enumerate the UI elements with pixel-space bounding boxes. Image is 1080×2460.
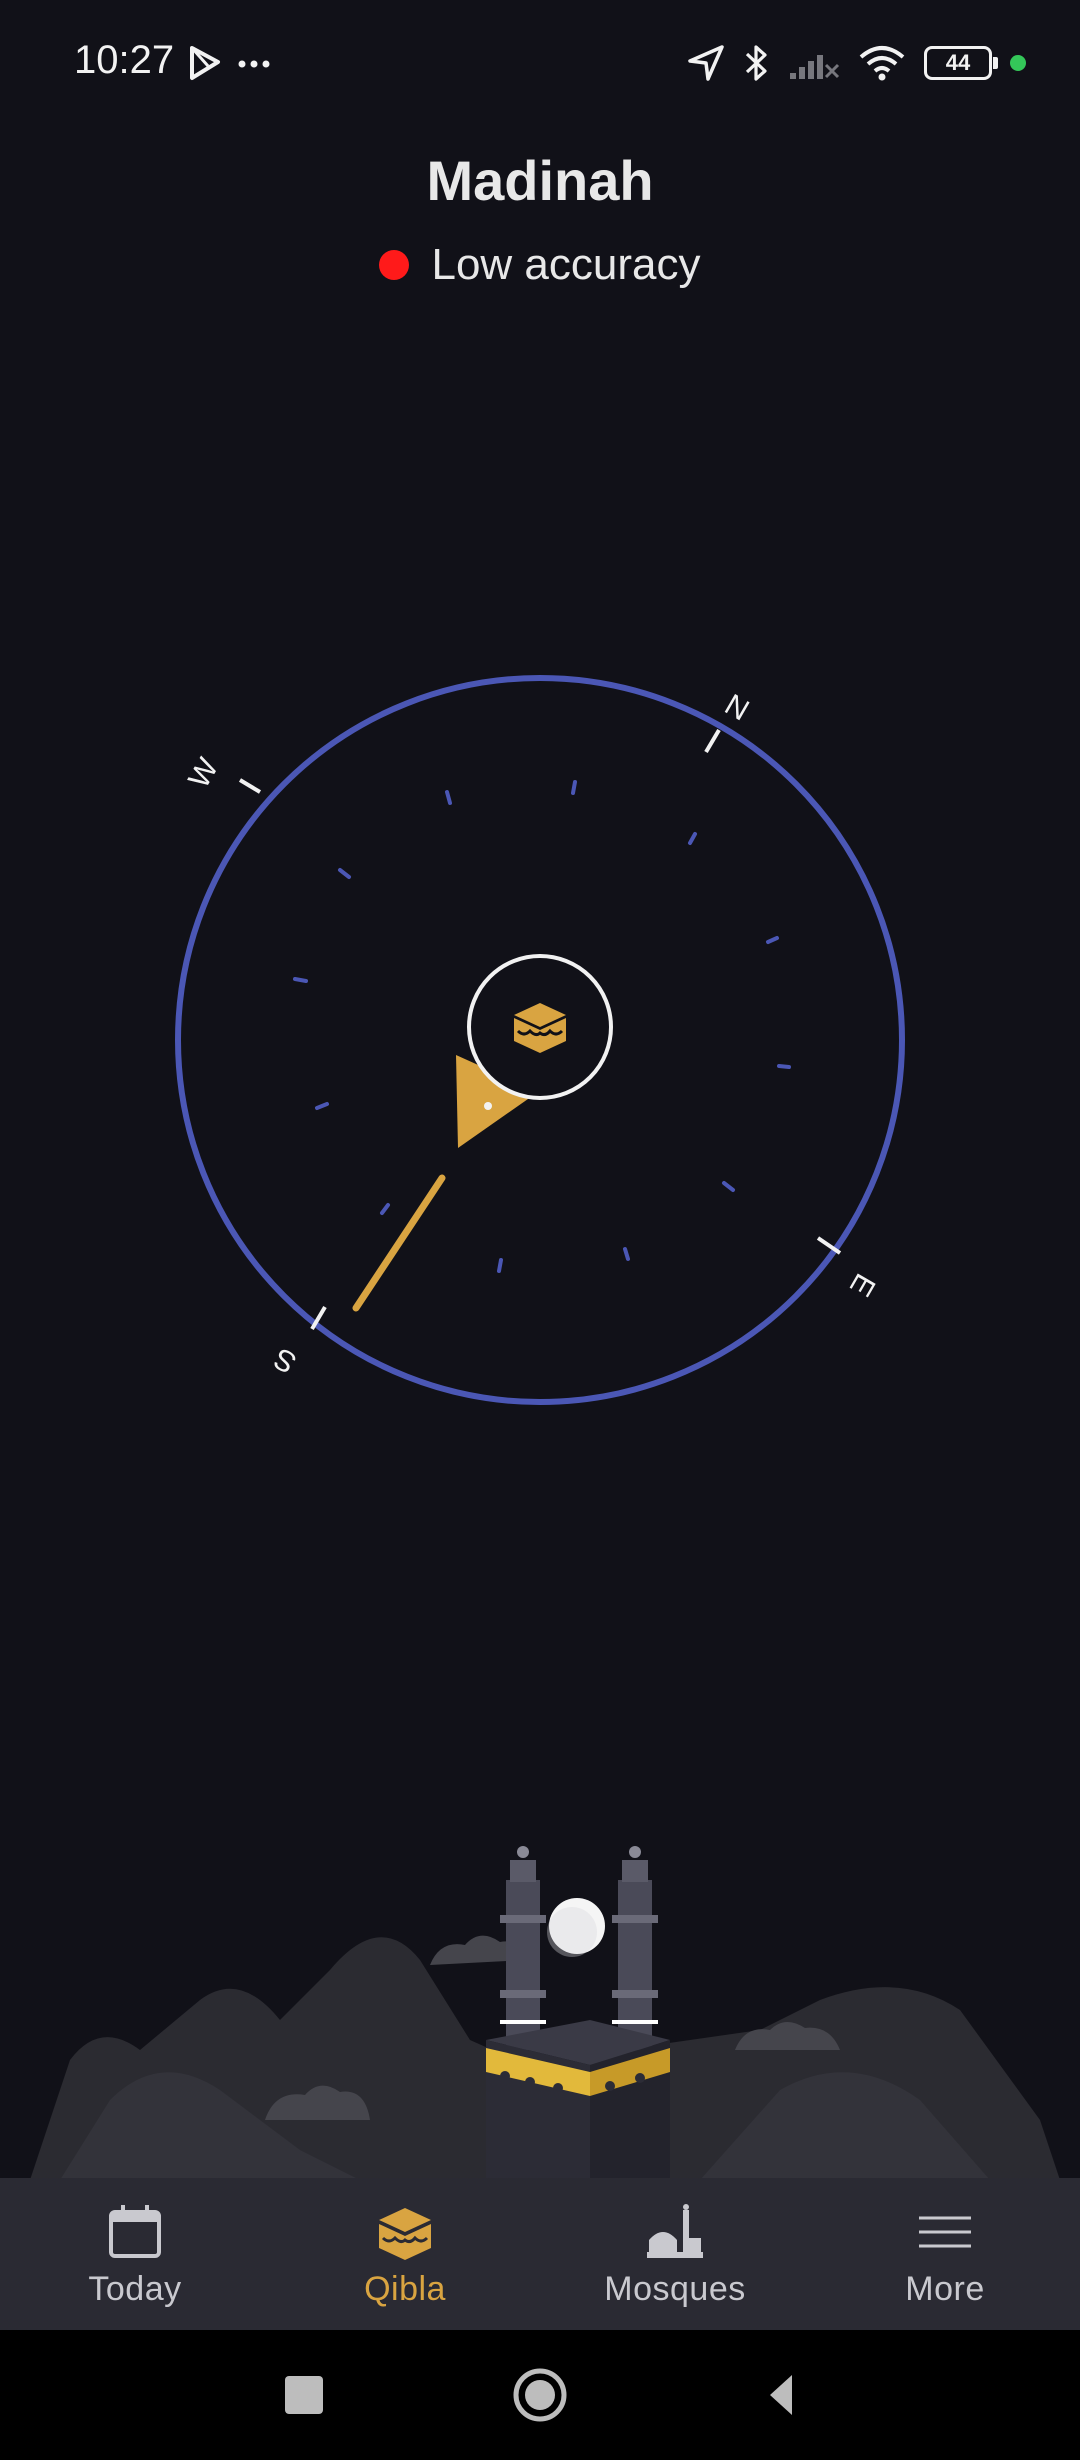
home-button[interactable]: [513, 2368, 567, 2422]
status-bar: 10:27 44: [0, 0, 1080, 130]
recents-button[interactable]: [285, 2376, 323, 2414]
kaaba-icon: [379, 2208, 431, 2260]
status-time: 10:27: [74, 38, 175, 82]
north-label: N: [719, 688, 754, 727]
wifi-icon: [859, 46, 905, 81]
nav-label-qibla: Qibla: [364, 2270, 446, 2308]
bottom-navigation: Today Qibla Mosques More: [0, 2178, 1080, 2330]
menu-icon: [919, 2216, 971, 2248]
mosque-icon: [647, 2204, 703, 2258]
status-right-icons: 44: [686, 38, 1026, 88]
qibla-screen: 10:27 44 Madinah Low accuracy N E S W To…: [0, 0, 1080, 2460]
location-arrow-icon: [688, 45, 724, 81]
location-title: Madinah: [426, 149, 654, 212]
south-label: S: [268, 1341, 302, 1380]
more-dots-icon: [238, 60, 246, 68]
kaaba-building: [486, 2020, 670, 2180]
east-label: E: [843, 1268, 882, 1302]
nav-label-more: More: [905, 2270, 985, 2308]
system-navigation-bar: [0, 2330, 1080, 2460]
kaaba-scene-illustration: [30, 1846, 1060, 2180]
nav-item-qibla[interactable]: Qibla: [270, 2178, 540, 2330]
west-tick: [238, 778, 262, 794]
nav-item-today[interactable]: Today: [0, 2178, 270, 2330]
back-button[interactable]: [770, 2375, 792, 2415]
accuracy-status: Low accuracy: [0, 240, 1080, 290]
signal-off-icon: [790, 55, 840, 79]
qibla-compass[interactable]: N E S W: [140, 640, 940, 1440]
battery-indicator: 44: [924, 46, 998, 80]
minaret-right: [612, 1846, 658, 2050]
accuracy-label: Low accuracy: [431, 240, 701, 289]
nav-label-mosques: Mosques: [604, 2270, 746, 2308]
calendar-icon: [109, 2205, 161, 2258]
qibla-needle-line: [352, 1174, 446, 1312]
nav-label-today: Today: [88, 2270, 182, 2308]
status-left-icons: [188, 44, 278, 89]
privacy-indicator-dot: [1010, 55, 1026, 71]
play-store-icon: [190, 46, 270, 80]
accuracy-dot: [379, 250, 410, 280]
north-tick: [704, 728, 721, 754]
bluetooth-icon: [745, 45, 767, 81]
nav-item-more[interactable]: More: [810, 2178, 1080, 2330]
west-label: W: [182, 752, 225, 794]
minaret-left: [500, 1846, 546, 2050]
nav-item-mosques[interactable]: Mosques: [540, 2178, 810, 2330]
